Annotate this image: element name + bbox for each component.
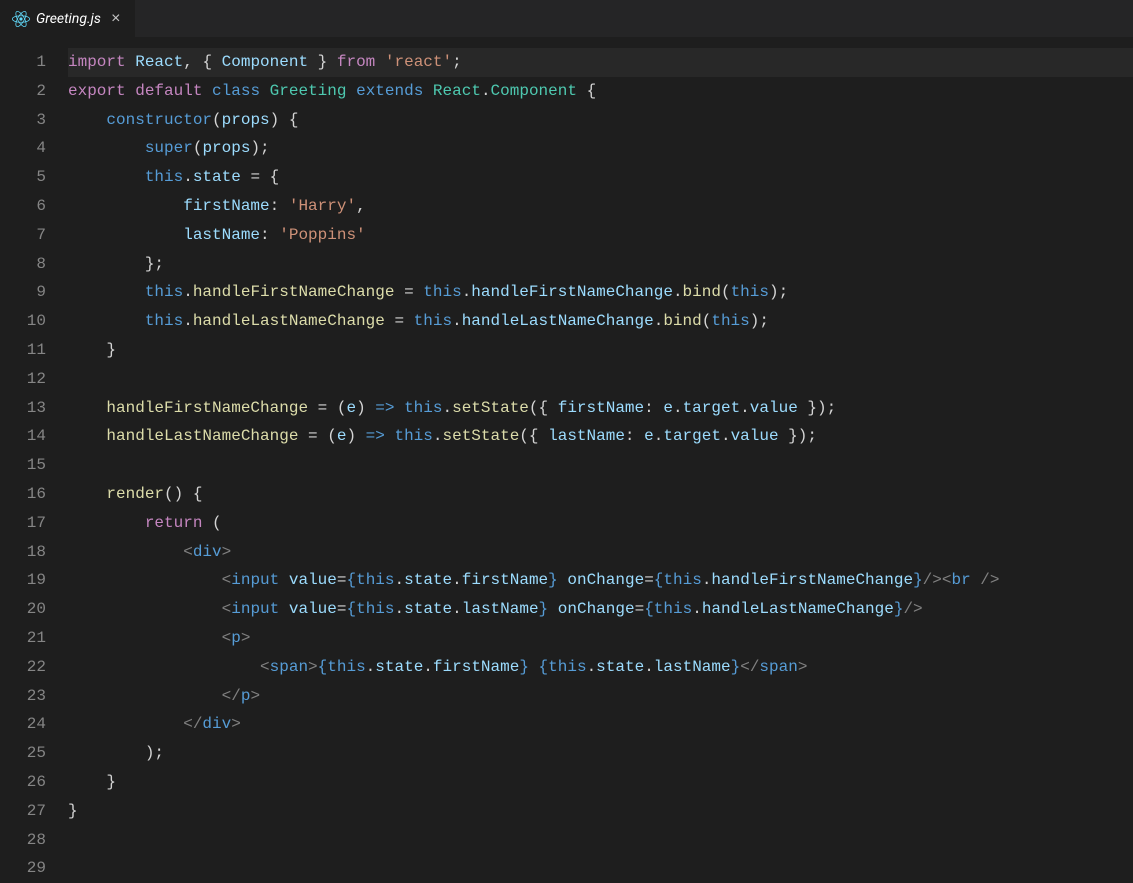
tab-bar: Greeting.js ×	[0, 0, 1133, 38]
code-line[interactable]: handleLastNameChange = (e) => this.setSt…	[68, 422, 1133, 451]
code-line[interactable]: return (	[68, 509, 1133, 538]
code-line[interactable]: export default class Greeting extends Re…	[68, 77, 1133, 106]
line-number: 19	[0, 566, 68, 595]
line-number: 18	[0, 538, 68, 567]
code-line[interactable]: this.handleLastNameChange = this.handleL…	[68, 307, 1133, 336]
line-number: 22	[0, 653, 68, 682]
line-number: 1	[0, 48, 68, 77]
tab-greeting-js[interactable]: Greeting.js ×	[0, 0, 136, 37]
code-line[interactable]: render() {	[68, 480, 1133, 509]
code-line[interactable]: handleFirstNameChange = (e) => this.setS…	[68, 394, 1133, 423]
code-line[interactable]: <input value={this.state.lastName} onCha…	[68, 595, 1133, 624]
code-line[interactable]: }	[68, 768, 1133, 797]
line-number: 11	[0, 336, 68, 365]
line-number: 26	[0, 768, 68, 797]
code-line[interactable]: firstName: 'Harry',	[68, 192, 1133, 221]
line-number: 27	[0, 797, 68, 826]
code-line[interactable]: }	[68, 797, 1133, 826]
code-line[interactable]: import React, { Component } from 'react'…	[68, 48, 1133, 77]
line-number-gutter: 1234567891011121314151617181920212223242…	[0, 38, 68, 875]
code-line[interactable]	[68, 826, 1133, 855]
code-line[interactable]: <div>	[68, 538, 1133, 567]
line-number: 4	[0, 134, 68, 163]
line-number: 15	[0, 451, 68, 480]
code-line[interactable]	[68, 854, 1133, 875]
line-number: 8	[0, 250, 68, 279]
line-number: 21	[0, 624, 68, 653]
line-number: 9	[0, 278, 68, 307]
line-number: 25	[0, 739, 68, 768]
code-area[interactable]: import React, { Component } from 'react'…	[68, 38, 1133, 875]
code-line[interactable]: <input value={this.state.firstName} onCh…	[68, 566, 1133, 595]
line-number: 5	[0, 163, 68, 192]
tab-label: Greeting.js	[36, 11, 101, 27]
code-line[interactable]: super(props);	[68, 134, 1133, 163]
line-number: 24	[0, 710, 68, 739]
code-line[interactable]: };	[68, 250, 1133, 279]
code-line[interactable]: <p>	[68, 624, 1133, 653]
code-line[interactable]: </div>	[68, 710, 1133, 739]
code-line[interactable]: lastName: 'Poppins'	[68, 221, 1133, 250]
line-number: 6	[0, 192, 68, 221]
line-number: 7	[0, 221, 68, 250]
line-number: 10	[0, 307, 68, 336]
line-number: 14	[0, 422, 68, 451]
line-number: 16	[0, 480, 68, 509]
line-number: 12	[0, 365, 68, 394]
code-line[interactable]: </p>	[68, 682, 1133, 711]
line-number: 17	[0, 509, 68, 538]
close-icon[interactable]: ×	[107, 10, 125, 28]
code-line[interactable]: <span>{this.state.firstName} {this.state…	[68, 653, 1133, 682]
code-line[interactable]: constructor(props) {	[68, 106, 1133, 135]
line-number: 20	[0, 595, 68, 624]
code-editor[interactable]: 1234567891011121314151617181920212223242…	[0, 38, 1133, 875]
line-number: 2	[0, 77, 68, 106]
code-line[interactable]	[68, 365, 1133, 394]
line-number: 23	[0, 682, 68, 711]
line-number: 13	[0, 394, 68, 423]
line-number: 29	[0, 854, 68, 883]
line-number: 28	[0, 826, 68, 855]
code-line[interactable]	[68, 451, 1133, 480]
line-number: 3	[0, 106, 68, 135]
code-line[interactable]: }	[68, 336, 1133, 365]
code-line[interactable]: this.state = {	[68, 163, 1133, 192]
react-file-icon	[12, 10, 30, 28]
code-line[interactable]: this.handleFirstNameChange = this.handle…	[68, 278, 1133, 307]
code-line[interactable]: );	[68, 739, 1133, 768]
